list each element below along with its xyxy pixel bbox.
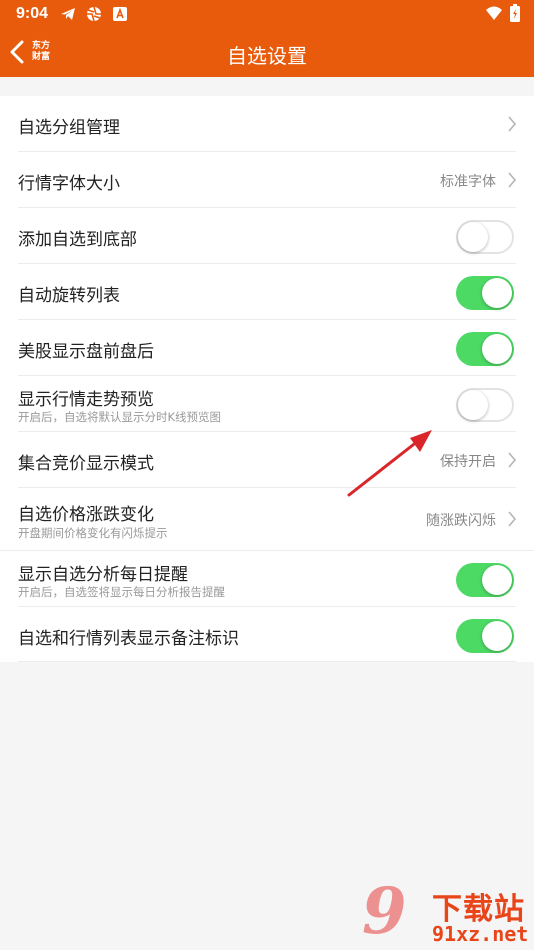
a-box-icon: [112, 6, 128, 22]
battery-icon: [510, 4, 520, 22]
auto-rotate-toggle[interactable]: [456, 276, 514, 310]
toggle-knob: [458, 222, 488, 252]
toggle-knob: [482, 278, 512, 308]
setting-description: 开启后，自选签将显示每日分析报告提醒: [18, 585, 225, 599]
toggle-knob: [482, 565, 512, 595]
setting-label: 自动旋转列表: [18, 286, 120, 306]
setting-price-flash[interactable]: 自选价格涨跌变化 开盘期间价格变化有闪烁提示 随涨跌闪烁: [0, 488, 534, 551]
setting-label: 自选分组管理: [18, 118, 120, 138]
setting-label: 美股显示盘前盘后: [18, 342, 154, 362]
setting-value: 随涨跌闪烁: [426, 513, 496, 529]
status-icons-right: [486, 4, 520, 22]
setting-value: 标准字体: [440, 174, 496, 190]
setting-auction-mode[interactable]: 集合竞价显示模式 保持开启: [0, 432, 534, 488]
chevron-right-icon: [508, 172, 517, 188]
us-premarket-toggle[interactable]: [456, 332, 514, 366]
page-title: 自选设置: [227, 44, 307, 68]
toggle-knob: [482, 621, 512, 651]
setting-label: 自选和行情列表显示备注标识: [18, 629, 239, 649]
setting-group-management[interactable]: 自选分组管理: [0, 96, 534, 152]
trend-preview-toggle[interactable]: [456, 388, 514, 422]
aperture-icon: [86, 6, 102, 22]
setting-us-premarket: 美股显示盘前盘后: [0, 320, 534, 376]
setting-label: 显示自选分析每日提醒: [18, 565, 188, 585]
setting-add-to-bottom: 添加自选到底部: [0, 208, 534, 264]
setting-label: 添加自选到底部: [18, 230, 137, 250]
setting-trend-preview: 显示行情走势预览 开启后，自选将默认显示分时K线预览图: [0, 376, 534, 432]
setting-remark-marker: 自选和行情列表显示备注标识: [0, 607, 534, 662]
setting-description: 开盘期间价格变化有闪烁提示: [18, 526, 168, 540]
telegram-icon: [60, 6, 76, 22]
setting-font-size[interactable]: 行情字体大小 标准字体: [0, 152, 534, 208]
setting-label: 集合竞价显示模式: [18, 454, 154, 474]
status-icons-left: [60, 6, 128, 22]
setting-description: 开启后，自选将默认显示分时K线预览图: [18, 410, 222, 424]
setting-daily-reminder: 显示自选分析每日提醒 开启后，自选签将显示每日分析报告提醒: [0, 551, 534, 607]
setting-label: 行情字体大小: [18, 174, 120, 194]
setting-value: 保持开启: [440, 454, 496, 470]
toggle-knob: [458, 390, 488, 420]
watermark-logo: 9 下载站 91xz.net: [362, 874, 530, 949]
toggle-knob: [482, 334, 512, 364]
chevron-right-icon: [508, 511, 517, 527]
daily-reminder-toggle[interactable]: [456, 563, 514, 597]
settings-list: 自选分组管理 行情字体大小 标准字体 添加自选到底部 自动旋转列表 美股显示盘前…: [0, 96, 534, 662]
chevron-right-icon: [508, 116, 517, 132]
app-header: 9:04 东方 财富 自选设置: [0, 0, 534, 77]
setting-label: 显示行情走势预览: [18, 390, 154, 410]
status-time: 9:04: [16, 5, 49, 22]
setting-label: 自选价格涨跌变化: [18, 505, 154, 525]
watermark-url: 91xz.net: [432, 922, 529, 946]
wifi-icon: [486, 5, 502, 21]
setting-auto-rotate: 自动旋转列表: [0, 264, 534, 320]
add-to-bottom-toggle[interactable]: [456, 220, 514, 254]
remark-marker-toggle[interactable]: [456, 619, 514, 653]
chevron-right-icon: [508, 452, 517, 468]
watermark-mark: 9: [362, 874, 407, 949]
